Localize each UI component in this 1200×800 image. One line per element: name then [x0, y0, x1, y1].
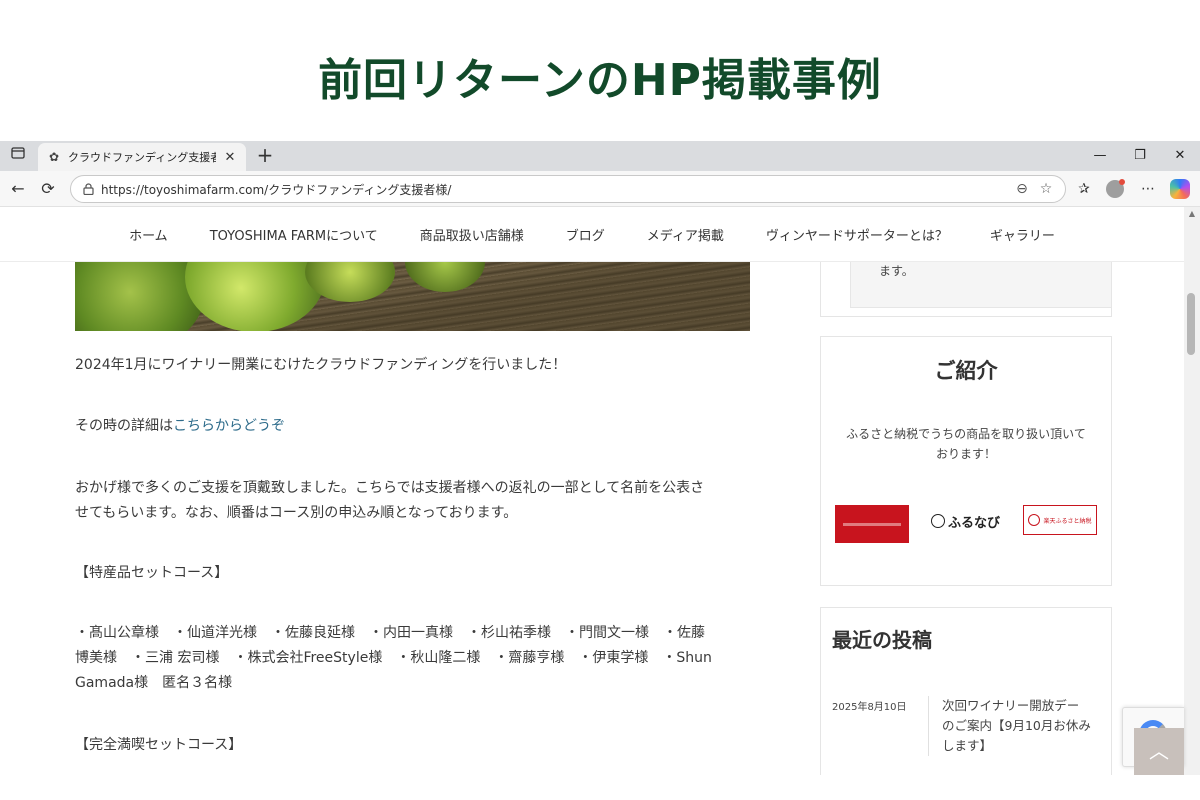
tab-title: クラウドファンディング支援者様 | TOYOSHIMA FARM	[68, 151, 216, 164]
back-icon[interactable]: ←	[8, 179, 28, 199]
post-divider	[928, 696, 929, 756]
furunavi-text: ふるなび	[948, 515, 1001, 531]
reading-mode-icon[interactable]: ⊖	[1013, 181, 1031, 197]
details-link[interactable]: こちらからどうぞ	[173, 418, 285, 434]
slide-title: 前回リターンのHP掲載事例	[318, 55, 882, 106]
post-title-line: のご案内【9月10月お休み	[942, 718, 1091, 733]
favorites-icon[interactable]: ✰	[1074, 179, 1094, 199]
notification-dot	[1119, 179, 1125, 185]
rakuten-text: 楽天ふるさと納税	[1043, 517, 1092, 525]
post-title-link[interactable]: 次回ワイナリー開放デー のご案内【9月10月お休み します】	[942, 696, 1091, 756]
lock-icon[interactable]	[81, 182, 95, 196]
refresh-icon[interactable]: ⟳	[38, 179, 58, 199]
recent-posts-heading: 最近の投稿	[832, 628, 932, 652]
more-menu-icon[interactable]: ⋯	[1138, 179, 1158, 199]
site-favicon-icon: ✿	[48, 150, 60, 164]
nav-item-vineyard-supporter[interactable]: ヴィンヤードサポーターとは？	[745, 225, 969, 244]
furusato-choice-logo[interactable]	[835, 505, 909, 543]
course-heading: 【特産品セットコース】	[75, 565, 229, 581]
close-tab-icon[interactable]: ✕	[222, 150, 238, 165]
furunavi-logo[interactable]: ふるなび	[931, 509, 1003, 533]
browser-window: ✿ クラウドファンディング支援者様 | TOYOSHIMA FARM ✕ + —…	[0, 141, 1200, 775]
scroll-up-icon[interactable]: ▲	[1184, 209, 1200, 221]
back-to-top-button[interactable]: ︿	[1134, 728, 1184, 775]
paragraph-line: せてもらいます。なお、順番はコース別の申込み順となっております。	[75, 505, 518, 521]
nav-item-blog[interactable]: ブログ	[545, 225, 626, 244]
favorite-star-icon[interactable]: ☆	[1037, 181, 1055, 197]
restore-icon[interactable]: ❐	[1130, 146, 1150, 166]
rakuten-icon	[1028, 514, 1041, 526]
article-hero-image	[75, 262, 750, 331]
notice-text: ます。	[879, 264, 914, 278]
article-paragraph: その時の詳細はこちらからどうぞ	[75, 414, 285, 439]
nav-item-gallery[interactable]: ギャラリー	[969, 225, 1076, 244]
intro-text-line: おります！	[935, 447, 996, 461]
article-paragraph: 2024年1月にワイナリー開業にむけたクラウドファンディングを行いました！	[75, 357, 567, 373]
supporter-line: 博美様 ・三浦 宏司様 ・株式会社FreeStyle様 ・秋山隆二様 ・齋藤亨様…	[75, 650, 712, 666]
furusato-choice-logo-mark	[843, 522, 901, 526]
close-window-icon[interactable]: ✕	[1170, 146, 1190, 166]
address-bar[interactable]: https://toyoshimafarm.com/クラウドファンディング支援者…	[70, 175, 1066, 203]
new-tab-icon[interactable]: +	[254, 144, 276, 166]
minimize-icon[interactable]: —	[1090, 146, 1110, 166]
intro-text: ふるさと納税でうちの商品を取り扱い頂いて おります！	[821, 424, 1111, 464]
post-date: 2025年8月10日	[832, 702, 907, 713]
supporter-list: ・髙山公章様 ・仙道洋光様 ・佐藤良延様 ・内田一真様 ・杉山祐季様 ・門間文一…	[75, 621, 712, 696]
browser-tab-active[interactable]: ✿ クラウドファンディング支援者様 | TOYOSHIMA FARM ✕	[38, 143, 246, 171]
tab-actions-icon[interactable]	[8, 147, 28, 165]
nav-item-home[interactable]: ホーム	[108, 225, 189, 244]
paragraph-text: その時の詳細は	[75, 418, 173, 434]
post-title-line: します】	[942, 738, 993, 753]
copilot-icon[interactable]	[1170, 179, 1190, 199]
site-navigation: ホーム TOYOSHIMA FARMについて 商品取扱い店舗様 ブログ メディア…	[0, 207, 1184, 262]
sidebar-intro-card: ご紹介 ふるさと納税でうちの商品を取り扱い頂いて おります！ ふるなび 楽天ふる…	[820, 336, 1112, 586]
course-heading: 【完全満喫セットコース】	[75, 737, 243, 753]
nav-item-media[interactable]: メディア掲載	[626, 225, 745, 244]
furunavi-icon	[931, 514, 945, 528]
rakuten-furusato-logo[interactable]: 楽天ふるさと納税	[1023, 505, 1097, 535]
address-toolbar: ← ⟳ https://toyoshimafarm.com/クラウドファンディン…	[0, 171, 1200, 207]
page-viewport: ホーム TOYOSHIMA FARMについて 商品取扱い店舗様 ブログ メディア…	[0, 207, 1200, 775]
scrollbar-thumb[interactable]	[1187, 293, 1195, 355]
url-text[interactable]: https://toyoshimafarm.com/クラウドファンディング支援者…	[101, 181, 1007, 198]
paragraph-line: おかげ様で多くのご支援を頂戴致しました。こちらでは支援者様への返礼の一部として名…	[75, 480, 705, 496]
article-paragraph: おかげ様で多くのご支援を頂戴致しました。こちらでは支援者様への返礼の一部として名…	[75, 476, 704, 526]
supporter-line: ・髙山公章様 ・仙道洋光様 ・佐藤良延様 ・内田一真様 ・杉山祐季様 ・門間文一…	[75, 625, 705, 641]
supporter-line: Gamada様 匿名３名様	[75, 675, 233, 691]
nav-item-stores[interactable]: 商品取扱い店舗様	[399, 225, 545, 244]
intro-heading: ご紹介	[934, 359, 998, 383]
post-title-line: 次回ワイナリー開放デー	[942, 698, 1080, 713]
nav-item-about[interactable]: TOYOSHIMA FARMについて	[189, 225, 399, 244]
sidebar-recent-posts: 最近の投稿 2025年8月10日 次回ワイナリー開放デー のご案内【9月10月お…	[820, 607, 1112, 775]
intro-text-line: ふるさと納税でうちの商品を取り扱い頂いて	[846, 427, 1086, 441]
tab-strip: ✿ クラウドファンディング支援者様 | TOYOSHIMA FARM ✕ + —…	[0, 141, 1200, 171]
